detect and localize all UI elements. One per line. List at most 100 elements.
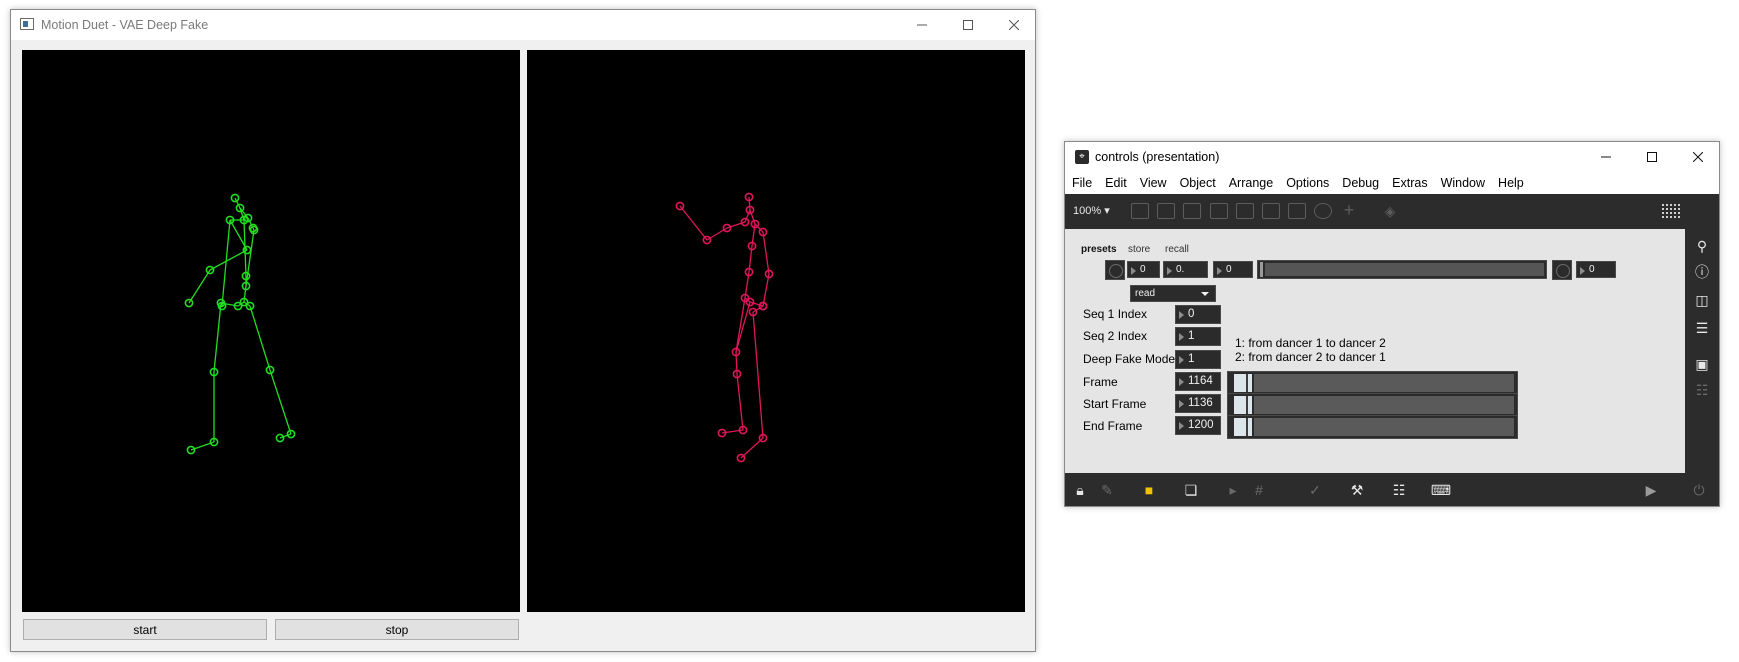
title-bar[interactable]: ⌖ controls (presentation) xyxy=(1065,142,1719,172)
menu-file[interactable]: File xyxy=(1072,176,1092,190)
patch-canvas: presets store recall 0 0. 0 0 read Seq 1… xyxy=(1065,229,1685,473)
preset-slot-number[interactable]: 0 xyxy=(1213,261,1253,278)
close-button[interactable] xyxy=(991,10,1037,40)
debug-icon[interactable]: ✓ xyxy=(1305,480,1325,500)
wrench-icon[interactable]: ⚒ xyxy=(1347,480,1367,500)
dancer-2-bone xyxy=(748,196,751,211)
menu-help[interactable]: Help xyxy=(1498,176,1524,190)
piano-icon[interactable]: ☷ xyxy=(1389,480,1409,500)
frame-range-slider[interactable] xyxy=(1227,371,1518,395)
preset-toggle[interactable] xyxy=(1105,260,1125,280)
dancer-2-bone xyxy=(762,273,770,307)
seq1-number[interactable]: 0 xyxy=(1175,305,1221,324)
presentation-icon[interactable]: ■ xyxy=(1139,480,1159,500)
title-bar[interactable]: Motion Duet - VAE Deep Fake xyxy=(11,10,1035,40)
preset-file-menu[interactable]: read xyxy=(1130,285,1216,302)
max-app-icon: ⌖ xyxy=(1075,150,1089,164)
keyboard-icon[interactable]: ⌨ xyxy=(1431,480,1451,500)
minimize-button[interactable] xyxy=(1583,142,1629,172)
zoom-level: 100% xyxy=(1073,205,1102,217)
list-icon[interactable]: ☰ xyxy=(1693,319,1711,337)
dancer-1-bone xyxy=(213,302,222,373)
end-frame-marker[interactable] xyxy=(1246,418,1248,436)
maximize-icon xyxy=(1647,152,1657,162)
reference-icon[interactable]: ◫ xyxy=(1693,291,1711,309)
dancer-2-bone xyxy=(736,373,744,431)
dancer-2-bone xyxy=(752,311,764,439)
comment-icon[interactable] xyxy=(1183,203,1201,219)
store-label: store xyxy=(1128,244,1151,255)
slider-object-icon[interactable] xyxy=(1288,203,1306,219)
dancer-2-bone xyxy=(762,231,770,275)
dancer-2-bone xyxy=(679,205,708,241)
seq2-label: Seq 2 Index xyxy=(1083,329,1148,343)
preset-output-toggle[interactable] xyxy=(1552,260,1572,280)
zoom-menu[interactable]: 100% ▾ xyxy=(1073,204,1110,217)
minimize-icon xyxy=(917,24,927,26)
window-title: Motion Duet - VAE Deep Fake xyxy=(41,18,209,32)
dancer-1-bone xyxy=(188,269,211,304)
frame-number[interactable]: 1164 xyxy=(1175,372,1221,391)
windows-icon[interactable]: ❏ xyxy=(1181,480,1201,500)
info-icon[interactable]: ⓘ xyxy=(1693,263,1711,281)
recall-number[interactable]: 0. xyxy=(1163,261,1208,278)
button-object-icon[interactable] xyxy=(1262,203,1280,219)
menu-options[interactable]: Options xyxy=(1286,176,1329,190)
end-frame-range-slider[interactable] xyxy=(1227,415,1518,439)
preset-output-number[interactable]: 0 xyxy=(1576,261,1616,278)
mixer-icon[interactable]: ☷ xyxy=(1693,381,1711,399)
stop-button[interactable]: stop xyxy=(275,619,519,640)
frame-range-band xyxy=(1234,374,1252,392)
menu-object[interactable]: Object xyxy=(1180,176,1216,190)
object-box-icon[interactable] xyxy=(1210,203,1228,219)
frame-position-marker[interactable] xyxy=(1246,374,1248,392)
preset-slider-knob[interactable] xyxy=(1260,262,1263,277)
snapshot-icon[interactable]: ▣ xyxy=(1693,355,1711,373)
maximize-button[interactable] xyxy=(1629,142,1675,172)
end-frame-range-band xyxy=(1234,418,1252,436)
menu-bar: File Edit View Object Arrange Options De… xyxy=(1065,172,1719,194)
start-frame-number[interactable]: 1136 xyxy=(1175,394,1221,413)
start-frame-marker[interactable] xyxy=(1246,396,1248,414)
search-icon[interactable]: ⚲ xyxy=(1693,237,1711,255)
dial-object-icon[interactable] xyxy=(1314,203,1332,219)
paint-bucket-icon[interactable]: ◈ xyxy=(1381,203,1399,219)
menu-debug[interactable]: Debug xyxy=(1342,176,1379,190)
message-box-icon[interactable] xyxy=(1157,203,1175,219)
lock-icon[interactable]: 🔒︎ xyxy=(1070,480,1090,500)
mode-number[interactable]: 1 xyxy=(1175,350,1221,369)
seq2-number[interactable]: 1 xyxy=(1175,327,1221,346)
close-button[interactable] xyxy=(1675,142,1721,172)
presentation-object-icon[interactable] xyxy=(1131,203,1149,219)
toggle-object-icon[interactable] xyxy=(1236,203,1254,219)
power-icon[interactable]: ⏻ xyxy=(1689,480,1709,500)
start-frame-range-track xyxy=(1254,396,1514,414)
mode-label: Deep Fake Mode xyxy=(1083,352,1176,366)
end-frame-number[interactable]: 1200 xyxy=(1175,416,1221,435)
start-button[interactable]: start xyxy=(23,619,267,640)
end-frame-label: End Frame xyxy=(1083,419,1143,433)
edit-icon[interactable]: ✎ xyxy=(1097,480,1117,500)
dancer-1-bone xyxy=(209,249,248,271)
mute-icon[interactable]: ▸ xyxy=(1223,480,1243,500)
end-frame-range-track xyxy=(1254,418,1514,436)
start-frame-range-slider[interactable] xyxy=(1227,393,1518,417)
maximize-button[interactable] xyxy=(945,10,991,40)
close-icon xyxy=(1009,20,1019,30)
mode-help-line-2: 2: from dancer 2 to dancer 1 xyxy=(1235,350,1386,364)
dancer-2-bone xyxy=(740,437,764,459)
menu-arrange[interactable]: Arrange xyxy=(1229,176,1273,190)
menu-edit[interactable]: Edit xyxy=(1105,176,1127,190)
menu-view[interactable]: View xyxy=(1140,176,1167,190)
preset-slider-track xyxy=(1265,263,1544,276)
menu-window[interactable]: Window xyxy=(1441,176,1485,190)
minimize-button[interactable] xyxy=(899,10,945,40)
grid-toggle-icon[interactable]: # xyxy=(1249,480,1269,500)
store-number[interactable]: 0 xyxy=(1127,261,1160,278)
dancer-1-bone xyxy=(269,369,292,435)
preset-slider[interactable] xyxy=(1257,260,1547,279)
menu-extras[interactable]: Extras xyxy=(1392,176,1427,190)
audio-play-icon[interactable]: ▶ xyxy=(1641,480,1661,500)
grid-icon[interactable] xyxy=(1661,203,1681,219)
add-object-icon[interactable]: + xyxy=(1340,201,1358,219)
